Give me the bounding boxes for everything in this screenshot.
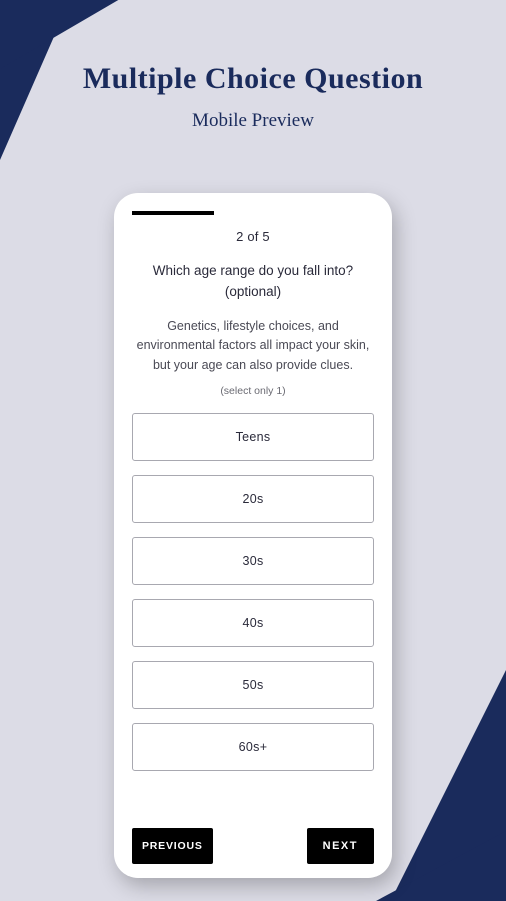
mobile-preview-frame: 2 of 5 Which age range do you fall into?…: [114, 193, 392, 878]
navigation-row: PREVIOUS NEXT: [132, 828, 374, 864]
question-text: Which age range do you fall into? (optio…: [132, 261, 374, 303]
progress-bar: [132, 211, 214, 215]
select-hint: (select only 1): [132, 385, 374, 397]
option-20s[interactable]: 20s: [132, 475, 374, 523]
page-header: Multiple Choice Question Mobile Preview: [0, 0, 506, 132]
options-list: Teens 20s 30s 40s 50s 60s+: [132, 413, 374, 812]
next-button[interactable]: NEXT: [307, 828, 374, 864]
option-40s[interactable]: 40s: [132, 599, 374, 647]
page-subtitle: Mobile Preview: [0, 110, 506, 132]
option-60s-plus[interactable]: 60s+: [132, 723, 374, 771]
option-50s[interactable]: 50s: [132, 661, 374, 709]
step-counter: 2 of 5: [132, 229, 374, 244]
option-teens[interactable]: Teens: [132, 413, 374, 461]
option-30s[interactable]: 30s: [132, 537, 374, 585]
page-title: Multiple Choice Question: [0, 62, 506, 96]
previous-button[interactable]: PREVIOUS: [132, 828, 213, 864]
decorative-triangle-bottom-right: [391, 670, 506, 900]
question-description: Genetics, lifestyle choices, and environ…: [132, 317, 374, 375]
